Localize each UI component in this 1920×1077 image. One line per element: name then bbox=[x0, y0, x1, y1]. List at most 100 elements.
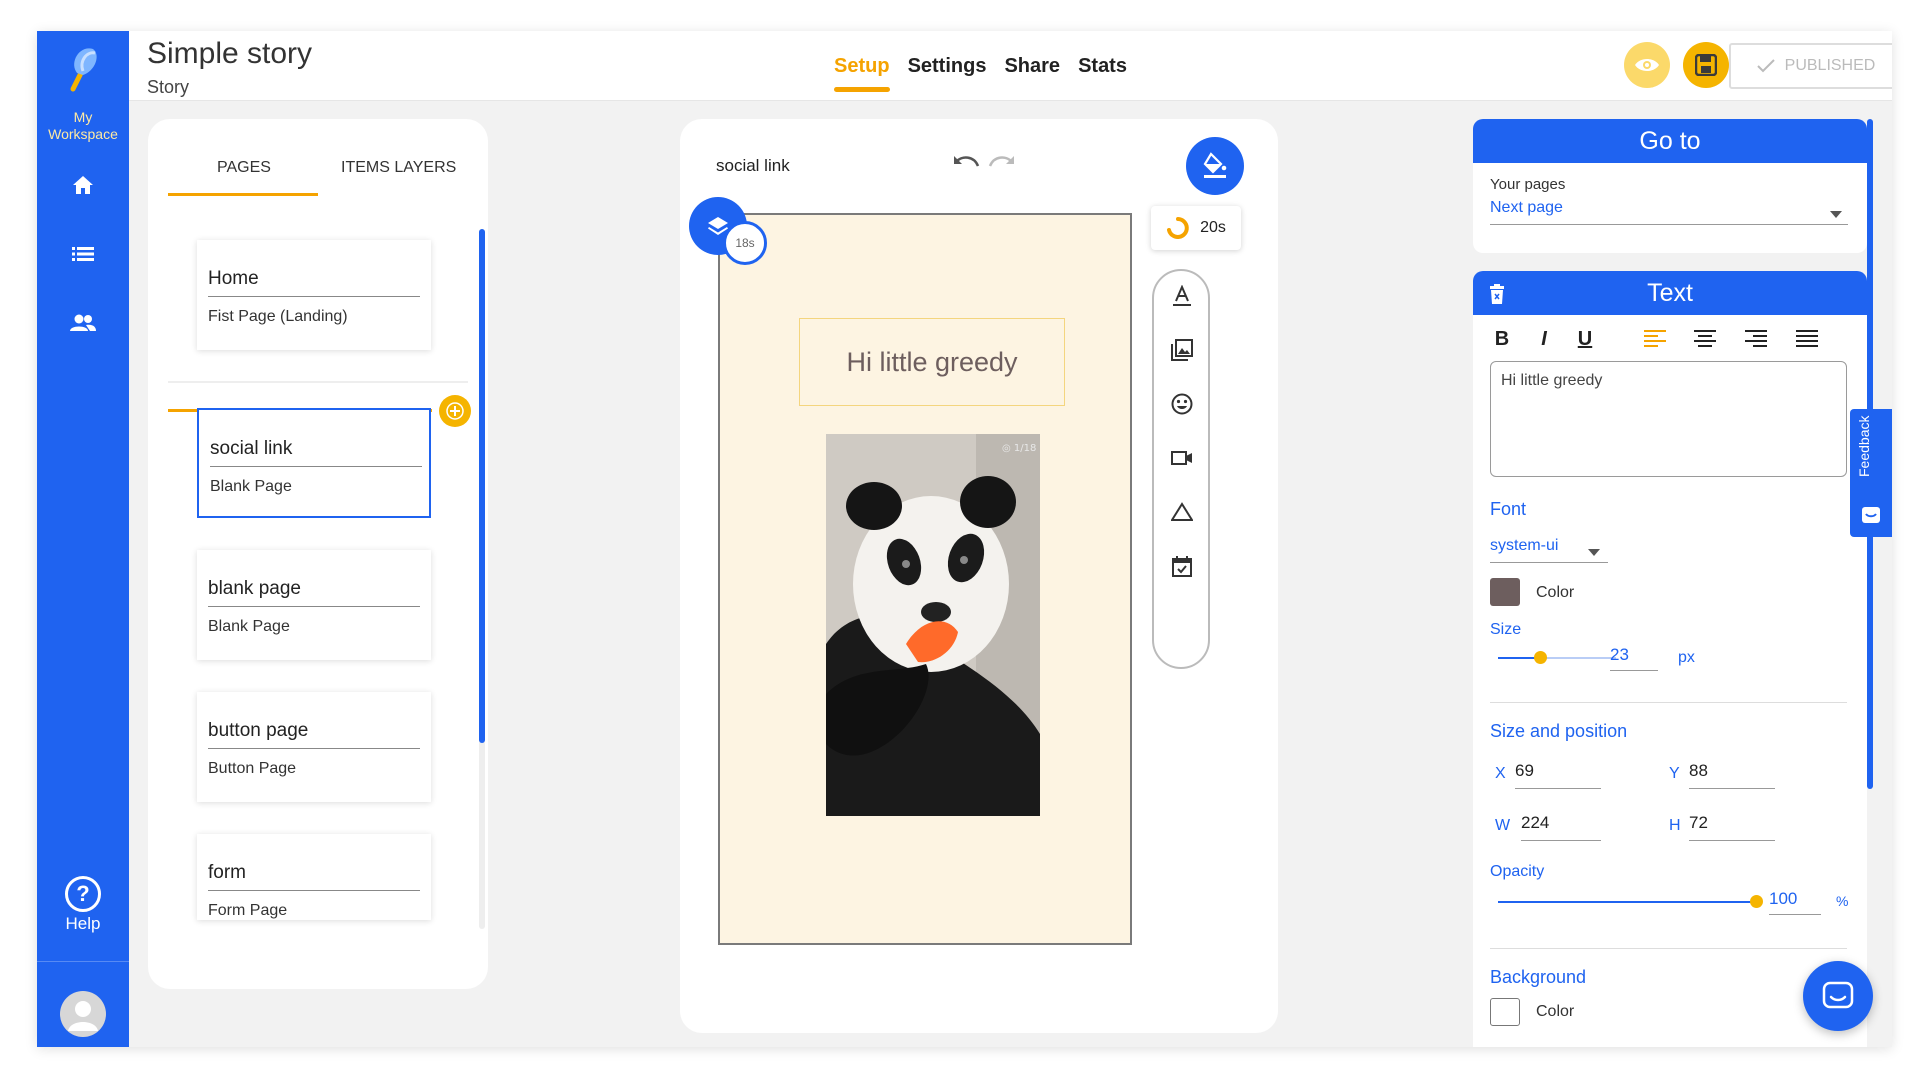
redo-icon[interactable] bbox=[988, 156, 1014, 167]
scrollbar-thumb[interactable] bbox=[479, 229, 485, 743]
size-unit: px bbox=[1678, 649, 1695, 666]
x-input[interactable]: 69 bbox=[1515, 761, 1601, 789]
align-justify-icon[interactable] bbox=[1795, 327, 1819, 351]
list-icon[interactable] bbox=[67, 238, 99, 270]
y-input[interactable]: 88 bbox=[1689, 761, 1775, 789]
y-label: Y bbox=[1669, 765, 1680, 782]
tab-items-layers[interactable]: ITEMS LAYERS bbox=[341, 159, 456, 177]
align-left-icon[interactable] bbox=[1643, 327, 1667, 351]
bold-icon[interactable]: B bbox=[1490, 327, 1514, 351]
save-button[interactable] bbox=[1683, 42, 1729, 88]
goto-title: Go to bbox=[1473, 119, 1867, 163]
w-input[interactable]: 224 bbox=[1521, 813, 1601, 841]
story-page-canvas[interactable]: Hi little greedy ◎ 1/18 bbox=[718, 213, 1132, 945]
text-panel-title: Text bbox=[1647, 278, 1693, 307]
video-tool-icon[interactable] bbox=[1167, 443, 1197, 473]
canvas-panel: social link Hi little greedy ◎ 1/18 18s … bbox=[680, 119, 1278, 1033]
font-value: system-ui bbox=[1490, 537, 1559, 554]
header: Simple story Story Setup Settings Share … bbox=[129, 31, 1892, 101]
help-button[interactable]: ? Help bbox=[37, 876, 129, 934]
font-select[interactable]: system-ui bbox=[1490, 537, 1608, 563]
duration-label: 20s bbox=[1200, 219, 1226, 236]
opacity-unit: % bbox=[1836, 893, 1849, 909]
divider bbox=[168, 381, 468, 383]
avatar[interactable] bbox=[60, 991, 106, 1037]
page-name: social link bbox=[210, 438, 293, 459]
text-tool-icon[interactable] bbox=[1167, 281, 1197, 311]
panda-gif[interactable]: ◎ 1/18 bbox=[826, 434, 1040, 816]
emoji-tool-icon[interactable] bbox=[1167, 389, 1197, 419]
pages-panel: PAGES ITEMS LAYERS Home Fist Page (Landi… bbox=[148, 119, 488, 989]
paint-bucket-icon bbox=[1203, 152, 1227, 178]
published-button[interactable]: PUBLISHED bbox=[1729, 43, 1892, 89]
preview-button[interactable] bbox=[1624, 42, 1670, 88]
text-content-input[interactable]: Hi little greedy bbox=[1490, 361, 1847, 477]
undo-redo bbox=[952, 153, 1016, 178]
text-panel-header: Text bbox=[1473, 271, 1867, 315]
calendar-tool-icon[interactable] bbox=[1167, 551, 1197, 581]
page-title[interactable]: Simple story bbox=[147, 37, 312, 71]
color-label: Color bbox=[1536, 584, 1575, 601]
help-label: Help bbox=[65, 914, 101, 933]
shape-tool-icon[interactable] bbox=[1167, 497, 1197, 527]
chevron-down-icon bbox=[1588, 543, 1600, 561]
left-nav: My Workspace ? Help bbox=[37, 31, 129, 1047]
image-tool-icon[interactable] bbox=[1167, 335, 1197, 365]
page-name: button page bbox=[208, 720, 309, 741]
chevron-down-icon bbox=[1830, 205, 1842, 223]
feedback-icon bbox=[1862, 507, 1880, 528]
italic-icon[interactable]: I bbox=[1532, 327, 1556, 351]
save-icon bbox=[1695, 54, 1717, 76]
layer-timer[interactable]: 18s bbox=[723, 221, 767, 265]
canvas-page-name: social link bbox=[716, 156, 790, 175]
goto-select[interactable]: Next page bbox=[1490, 199, 1848, 225]
divider bbox=[1490, 948, 1847, 949]
bg-color-label: Color bbox=[1536, 1003, 1575, 1020]
size-input[interactable]: 23 bbox=[1610, 645, 1658, 671]
background-color-swatch[interactable] bbox=[1490, 998, 1520, 1026]
page-card-social-link[interactable]: social link Blank Page bbox=[197, 408, 431, 518]
page-card-form[interactable]: form Form Page bbox=[197, 834, 431, 920]
size-slider-thumb[interactable] bbox=[1534, 651, 1547, 664]
opacity-input[interactable]: 100 bbox=[1769, 889, 1821, 915]
feedback-tab[interactable]: Feedback bbox=[1850, 409, 1892, 537]
undo-icon[interactable] bbox=[954, 156, 980, 167]
fill-button[interactable] bbox=[1186, 137, 1244, 195]
tab-indicator bbox=[168, 193, 318, 196]
timer-ring-icon bbox=[1167, 217, 1189, 239]
underline-icon[interactable]: U bbox=[1573, 327, 1597, 351]
home-icon[interactable] bbox=[67, 169, 99, 201]
page-name: form bbox=[208, 862, 246, 883]
size-slider[interactable] bbox=[1498, 651, 1616, 664]
chat-button[interactable] bbox=[1803, 961, 1873, 1031]
duration-button[interactable]: 20s bbox=[1151, 206, 1241, 250]
align-center-icon[interactable] bbox=[1693, 327, 1717, 351]
goto-panel: Go to Your pages Next page bbox=[1473, 119, 1867, 253]
page-card-blank-page[interactable]: blank page Blank Page bbox=[197, 550, 431, 660]
tab-share[interactable]: Share bbox=[1004, 55, 1060, 78]
logo-icon[interactable] bbox=[65, 43, 101, 93]
goto-selected: Next page bbox=[1490, 199, 1563, 216]
add-page-button[interactable] bbox=[439, 395, 471, 427]
tab-settings[interactable]: Settings bbox=[908, 55, 987, 78]
users-icon[interactable] bbox=[67, 307, 99, 339]
opacity-slider[interactable] bbox=[1498, 895, 1763, 908]
check-icon bbox=[1756, 59, 1775, 73]
opacity-slider-thumb[interactable] bbox=[1750, 895, 1763, 908]
published-label: PUBLISHED bbox=[1784, 57, 1876, 74]
opacity-label: Opacity bbox=[1490, 863, 1545, 880]
h-input[interactable]: 72 bbox=[1689, 813, 1775, 841]
workspace-label[interactable]: My Workspace bbox=[37, 109, 129, 143]
tab-stats[interactable]: Stats bbox=[1078, 55, 1127, 78]
tab-pages[interactable]: PAGES bbox=[217, 159, 271, 177]
align-right-icon[interactable] bbox=[1744, 327, 1768, 351]
canvas-text-element[interactable]: Hi little greedy bbox=[799, 318, 1065, 406]
page-name: Home bbox=[208, 268, 259, 289]
page-card-home[interactable]: Home Fist Page (Landing) bbox=[197, 240, 431, 350]
element-toolbar bbox=[1152, 269, 1210, 669]
text-color-swatch[interactable] bbox=[1490, 578, 1520, 606]
page-card-button-page[interactable]: button page Button Page bbox=[197, 692, 431, 802]
tab-setup[interactable]: Setup bbox=[834, 55, 890, 92]
trash-icon[interactable] bbox=[1489, 282, 1505, 311]
text-panel: Text B I U Hi little greedy Font system-… bbox=[1473, 271, 1867, 1047]
